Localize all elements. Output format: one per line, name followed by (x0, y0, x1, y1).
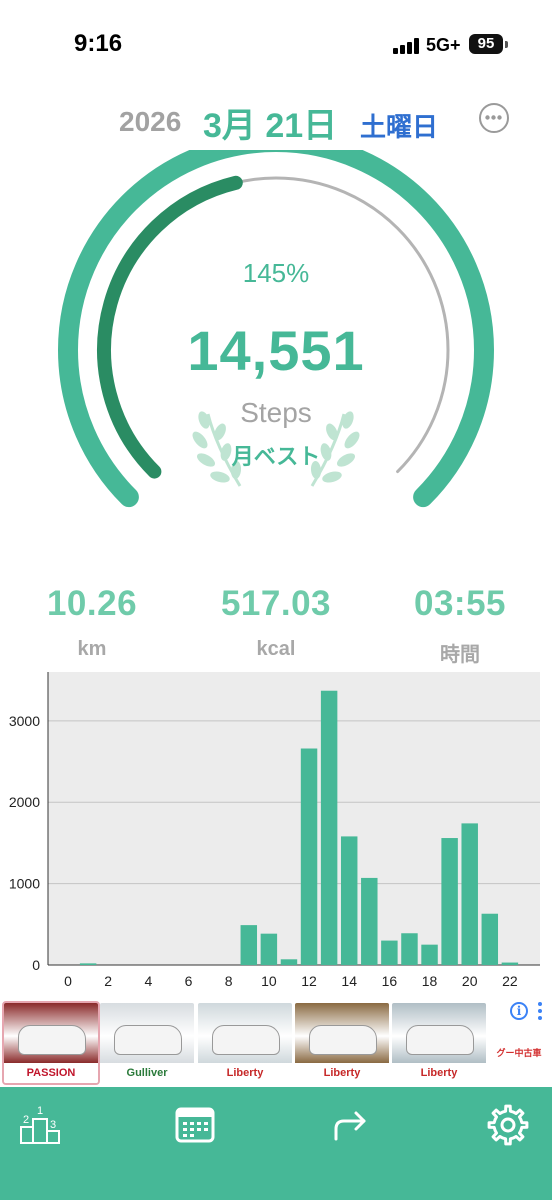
ad-car-shape (309, 1025, 377, 1055)
battery-icon: 95 (469, 34, 503, 54)
ad-car-shape (18, 1025, 86, 1055)
gear-icon[interactable] (484, 1101, 532, 1149)
ad-car-image (392, 1003, 486, 1063)
ad-info-icon[interactable]: i (510, 1002, 528, 1020)
status-time: 9:16 (74, 30, 123, 57)
chart-bar (381, 940, 398, 965)
ad-car-image (100, 1003, 194, 1063)
signal-icon (393, 38, 423, 54)
date-month-day: 3月 21日 (203, 107, 338, 145)
calories-stat: 517.03 kcal (184, 584, 368, 661)
bottom-tab-bar: 1 2 3 (0, 1087, 552, 1200)
chart-bar (280, 959, 298, 965)
x-tick-label: 6 (185, 973, 193, 989)
ad-logo: Liberty (198, 1063, 292, 1083)
svg-text:1: 1 (37, 1105, 43, 1117)
hourly-steps-chart[interactable]: 0 1000 2000 3000 0 2 4 6 8 10 12 14 16 18 20 22 (0, 668, 552, 998)
x-tick-label: 8 (225, 973, 233, 989)
chart-bar (320, 690, 338, 965)
x-tick-label: 20 (462, 973, 478, 989)
ad-car-image (198, 1003, 292, 1063)
y-tick-label: 0 (32, 957, 40, 973)
time-value: 03:55 (413, 584, 507, 623)
ad-car-image (295, 1003, 389, 1063)
status-bar: 9:16 5G+ 95 (0, 0, 552, 90)
goal-percent: 145% (242, 258, 310, 288)
ad-banner[interactable]: PASSION Gulliver Liberty Liberty Liberty グー中… (0, 1000, 552, 1086)
share-arrow-icon[interactable] (328, 1101, 376, 1149)
chart-bar (240, 925, 258, 965)
x-tick-label: 16 (382, 973, 398, 989)
chart-bar (421, 944, 438, 965)
ad-car-shape (114, 1025, 182, 1055)
more-options-icon[interactable] (479, 103, 509, 133)
distance-stat: 10.26 km (0, 584, 184, 661)
chart-bar (79, 963, 97, 965)
chart-bar (441, 838, 458, 965)
ad-car-image (4, 1003, 98, 1063)
chart-bar (401, 933, 418, 965)
battery-tip (505, 41, 508, 48)
chart-bar (361, 877, 378, 965)
ad-card[interactable]: Liberty (198, 1003, 292, 1083)
x-tick-label: 18 (422, 973, 438, 989)
time-unit: 時間 (440, 644, 480, 666)
x-tick-label: 0 (64, 973, 72, 989)
ad-card[interactable]: Gulliver (100, 1003, 194, 1083)
x-tick-label: 12 (301, 973, 317, 989)
date-year: 2026 (119, 106, 182, 137)
x-tick-label: 2 (104, 973, 112, 989)
network-label: 5G+ (426, 35, 461, 55)
monthly-best-badge: 月ベスト (231, 444, 321, 469)
x-tick-label: 10 (261, 973, 277, 989)
chart-bar (461, 823, 478, 965)
chart-bar (300, 748, 318, 965)
y-tick-label: 3000 (9, 713, 40, 729)
ad-logo: PASSION (4, 1063, 98, 1083)
ad-card[interactable]: Liberty (295, 1003, 389, 1083)
chart-bar (481, 913, 499, 965)
y-tick-label: 1000 (9, 876, 40, 892)
ad-logo-goo: グー中古車 (489, 1043, 549, 1063)
chart-bar (501, 962, 519, 965)
ad-logo: Gulliver (100, 1063, 194, 1083)
ranking-podium-icon[interactable]: 1 2 3 (18, 1101, 66, 1149)
y-tick-label: 2000 (9, 794, 40, 810)
svg-text:3: 3 (50, 1119, 56, 1131)
svg-text:2: 2 (23, 1114, 29, 1126)
chart-bar (260, 933, 278, 965)
x-tick-label: 14 (341, 973, 357, 989)
ad-logo: Liberty (295, 1063, 389, 1083)
ad-card[interactable]: PASSION (2, 1001, 100, 1085)
calories-unit: kcal (256, 638, 296, 660)
hourly-steps-chart-svg: 0 1000 2000 3000 0 2 4 6 8 10 12 14 16 18 20 22 (9, 672, 540, 989)
date-header[interactable]: 2026 3月 21日 土曜日 (0, 96, 552, 146)
calendar-icon[interactable] (172, 1101, 220, 1149)
ad-logo: Liberty (392, 1063, 486, 1083)
date-weekday: 土曜日 (360, 112, 439, 142)
ad-card[interactable]: Liberty (392, 1003, 486, 1083)
step-count: 14,551 (187, 319, 365, 382)
calories-value: 517.03 (220, 584, 332, 623)
x-tick-label: 4 (144, 973, 152, 989)
ad-car-shape (212, 1025, 280, 1055)
x-tick-label: 22 (502, 973, 518, 989)
ad-car-shape (406, 1025, 474, 1055)
chart-bar (340, 836, 358, 965)
time-stat: 03:55 時間 (368, 584, 552, 667)
distance-unit: km (77, 638, 107, 660)
distance-value: 10.26 (46, 584, 138, 623)
ad-menu-icon[interactable] (537, 1002, 543, 1022)
